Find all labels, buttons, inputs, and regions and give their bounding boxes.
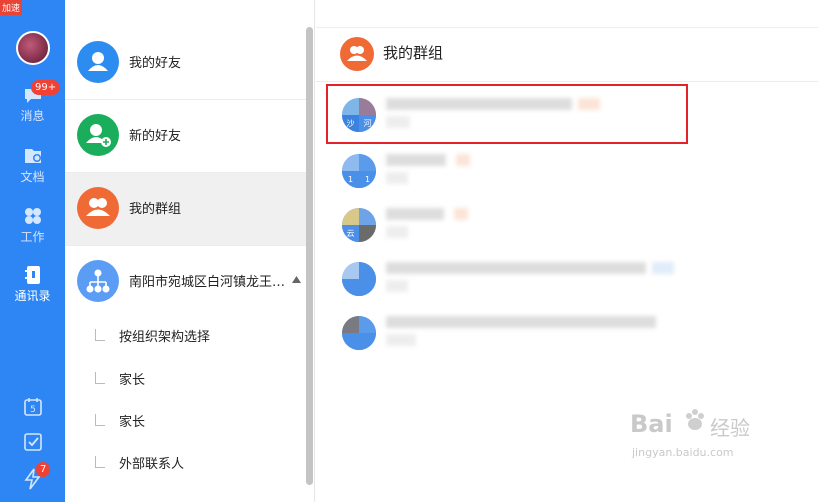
row-label: 新的好友 <box>129 129 182 144</box>
rail-item-label: 文档 <box>20 170 45 184</box>
folder-icon <box>24 149 41 163</box>
watermark-brand: Bai <box>630 410 673 438</box>
group-name-redacted <box>386 262 646 274</box>
group-avatar <box>342 262 376 296</box>
org-item-label: 家长 <box>119 373 146 388</box>
rail-item-docs[interactable]: 文档 <box>0 147 65 185</box>
group-tag-redacted <box>652 262 674 274</box>
group-subtitle-redacted <box>386 280 408 292</box>
accelerate-badge[interactable]: 加速 <box>0 0 23 15</box>
calendar-icon[interactable]: 5 <box>23 397 43 417</box>
group-icon <box>77 187 119 229</box>
org-item-parents-2[interactable]: 家长 <box>65 402 307 444</box>
group-subtitle-redacted <box>386 226 408 238</box>
org-chart-icon <box>77 260 119 302</box>
contacts-book-icon <box>24 266 40 284</box>
group-list-item[interactable] <box>336 256 796 311</box>
group-icon <box>340 37 374 71</box>
tree-connector <box>95 372 105 384</box>
avatar-tile: 1 <box>342 171 359 188</box>
tree-connector <box>95 456 105 468</box>
avatar-tile: 云 <box>342 225 359 242</box>
lightning-badge: 7 <box>36 462 51 477</box>
rail-item-messages[interactable]: 消息 99+ <box>0 80 65 124</box>
org-item-structure[interactable]: 按组织架构选择 <box>65 317 307 359</box>
group-list-item[interactable]: 云 <box>336 202 796 257</box>
page-title: 我的群组 <box>383 44 444 62</box>
baidu-jingyan-watermark: Bai 经验 jingyan.baidu.com <box>616 406 776 476</box>
scrollbar[interactable] <box>306 27 313 485</box>
checkbox-icon[interactable] <box>23 432 43 452</box>
annotation-highlight-box <box>326 84 688 144</box>
group-avatar: 1 1 <box>342 154 376 188</box>
app-window: 加速 消息 99+ 文档 工作 通讯录 5 7 我的好友 新的好友 我的群组 南… <box>0 0 818 502</box>
group-subtitle-redacted <box>386 172 408 184</box>
org-item-external-contacts[interactable]: 外部联系人 <box>65 444 307 486</box>
org-item-label: 外部联系人 <box>119 457 185 472</box>
user-icon <box>77 41 119 83</box>
org-item-label: 家长 <box>119 415 146 430</box>
nav-rail: 加速 消息 99+ 文档 工作 通讯录 5 7 <box>0 0 65 502</box>
rail-item-label: 通讯录 <box>14 289 51 303</box>
org-item-label: 按组织架构选择 <box>119 330 211 345</box>
row-label: 我的群组 <box>129 202 182 217</box>
rail-item-work[interactable]: 工作 <box>0 207 65 245</box>
contacts-row-my-friends[interactable]: 我的好友 <box>65 27 307 100</box>
unread-badge: 99+ <box>31 80 61 95</box>
group-avatar: 云 <box>342 208 376 242</box>
watermark-brand-cn: 经验 <box>710 416 750 440</box>
contacts-panel: 我的好友 新的好友 我的群组 南阳市宛城区白河镇龙王… 按组织架构选择 家长 家… <box>65 0 315 502</box>
row-label: 我的好友 <box>129 56 182 71</box>
divider <box>316 81 818 82</box>
group-list-item[interactable] <box>336 310 796 365</box>
user-add-icon <box>77 114 119 156</box>
rail-item-label: 消息 <box>20 109 45 123</box>
grid-icon <box>24 208 41 224</box>
watermark-url: jingyan.baidu.com <box>632 446 734 459</box>
user-avatar[interactable] <box>16 31 50 65</box>
contacts-row-new-friends[interactable]: 新的好友 <box>65 100 307 173</box>
paw-icon <box>686 409 704 430</box>
tree-connector <box>95 329 105 341</box>
calendar-day: 5 <box>30 405 36 415</box>
group-list-item[interactable]: 1 1 <box>336 148 796 203</box>
contacts-row-organization[interactable]: 南阳市宛城区白河镇龙王… <box>65 246 307 319</box>
collapse-arrow-icon[interactable] <box>292 276 301 283</box>
group-tag-redacted <box>454 208 468 220</box>
rail-item-contacts[interactable]: 通讯录 <box>0 266 65 304</box>
divider <box>316 27 818 28</box>
group-name-redacted <box>386 316 656 328</box>
tree-connector <box>95 414 105 426</box>
avatar-tile: 1 <box>359 171 376 188</box>
group-tag-redacted <box>456 154 470 166</box>
row-label: 南阳市宛城区白河镇龙王… <box>129 275 286 290</box>
group-avatar <box>342 316 376 350</box>
org-item-parents-1[interactable]: 家长 <box>65 360 307 402</box>
rail-item-label: 工作 <box>20 230 45 244</box>
group-name-redacted <box>386 208 444 220</box>
group-subtitle-redacted <box>386 334 416 346</box>
group-name-redacted <box>386 154 446 166</box>
contacts-row-my-groups[interactable]: 我的群组 <box>65 173 307 246</box>
